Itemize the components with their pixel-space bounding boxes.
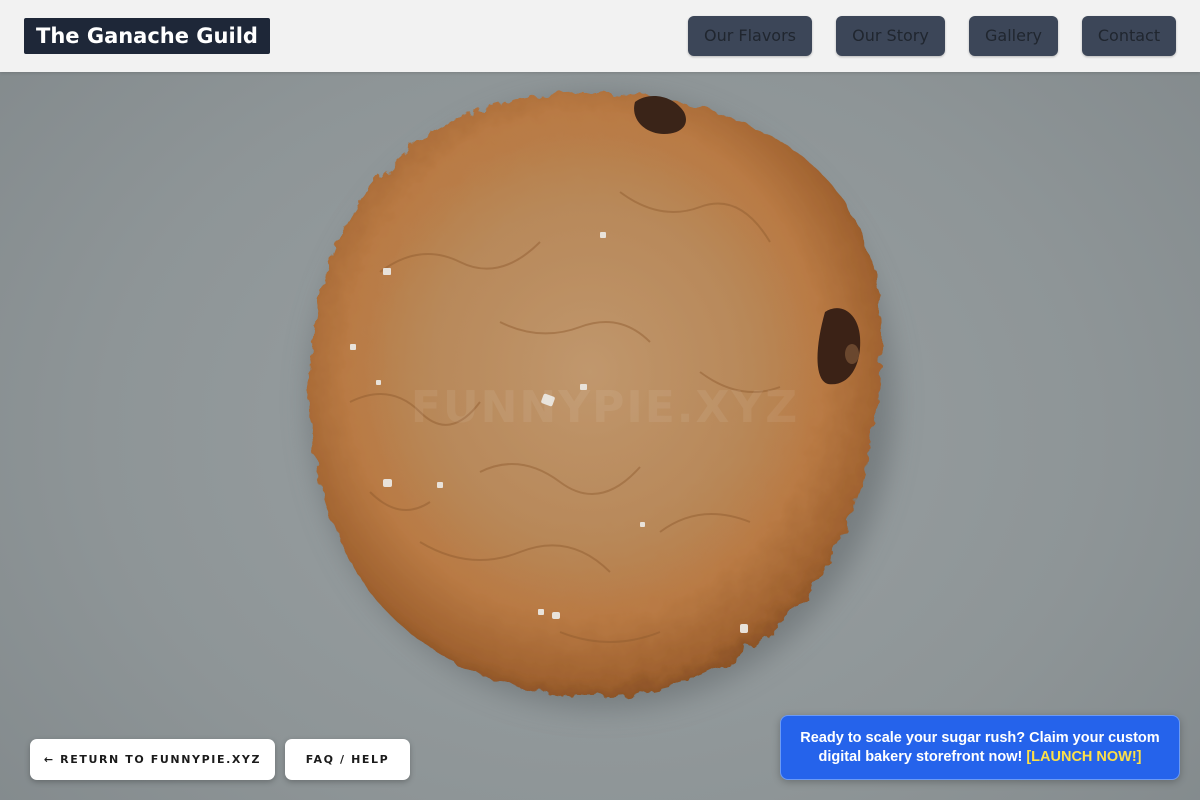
promo-banner[interactable]: Ready to scale your sugar rush? Claim yo… <box>780 715 1180 780</box>
hero-section: FUNNYPIE.XYZ <box>0 72 1200 800</box>
site-header: The Ganache Guild Our Flavors Our Story … <box>0 0 1200 72</box>
return-to-funnypie-button[interactable]: ← RETURN TO FUNNYPIE.XYZ <box>30 739 275 780</box>
page: The Ganache Guild Our Flavors Our Story … <box>0 0 1200 800</box>
launch-now-link[interactable]: [LAUNCH NOW!] <box>1026 749 1141 765</box>
nav-gallery-button[interactable]: Gallery <box>969 16 1058 56</box>
nav-our-story-button[interactable]: Our Story <box>836 16 945 56</box>
nav-contact-button[interactable]: Contact <box>1082 16 1176 56</box>
watermark-text: FUNNYPIE.XYZ <box>410 382 800 433</box>
cookie-image <box>309 92 894 708</box>
site-title[interactable]: The Ganache Guild <box>24 18 270 54</box>
nav-our-flavors-button[interactable]: Our Flavors <box>688 16 812 56</box>
faq-help-button[interactable]: FAQ / HELP <box>285 739 410 780</box>
